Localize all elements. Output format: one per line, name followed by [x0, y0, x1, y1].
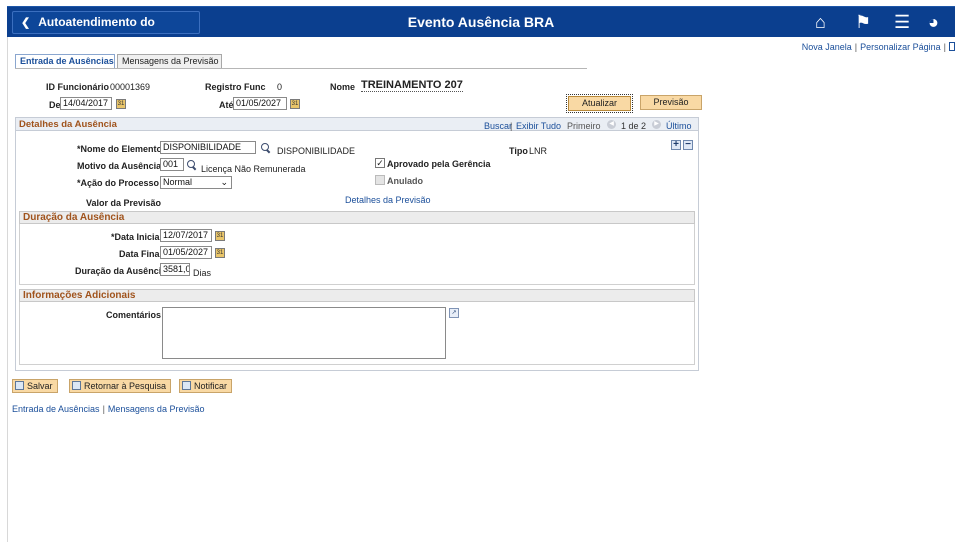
top-links: Nova Janela | Personalizar Página | — [802, 42, 955, 52]
back-button[interactable]: ❮ Autoatendimento do Gerente — [12, 11, 200, 51]
save-button[interactable]: Salvar — [12, 379, 58, 393]
duration-field: 3581,0 — [160, 263, 190, 276]
calendar-icon[interactable]: 31 — [290, 99, 300, 109]
next-arrow-icon[interactable]: ▶ — [652, 120, 661, 129]
return-to-search-button[interactable]: Retornar à Pesquisa — [69, 379, 172, 393]
element-name-field[interactable]: DISPONIBILIDADE — [160, 141, 256, 154]
cancelled-label: Anulado — [387, 176, 423, 186]
separator: | — [943, 42, 946, 52]
reason-description: Licença Não Remunerada — [201, 164, 306, 174]
home-icon[interactable]: ⌂ — [815, 12, 826, 32]
type-label: Tipo — [509, 146, 528, 156]
update-button[interactable]: Atualizar — [566, 94, 633, 113]
name-label: Nome — [330, 82, 356, 92]
forecast-value-label: Valor da Previsão — [86, 198, 162, 208]
top-nav-bar: ❮ Autoatendimento do Gerente Evento Ausên… — [7, 6, 955, 51]
reason-label: Motivo da Ausência — [77, 161, 162, 171]
reason-field[interactable]: 001 — [160, 158, 184, 171]
bottom-link-messages[interactable]: Mensagens da Previsão — [108, 404, 205, 414]
name-value: TREINAMENTO 207 — [361, 79, 463, 92]
forecast-details-link[interactable]: Detalhes da Previsão — [345, 195, 431, 205]
duration-group-header: Duração da Ausência — [19, 211, 695, 224]
previous-arrow-icon[interactable]: ◀ — [607, 120, 616, 129]
approved-checkbox[interactable]: ✓ — [375, 158, 385, 168]
tab-mensagens-previsao[interactable]: Mensagens da Previsão — [117, 54, 222, 68]
employee-id-label: ID Funcionário — [46, 82, 109, 92]
help-icon[interactable] — [949, 42, 955, 51]
group-title: Detalhes da Ausência — [19, 119, 117, 130]
end-date-label: Data Final — [119, 249, 163, 259]
to-date-field[interactable]: 01/05/2027 — [233, 97, 287, 110]
forecast-button[interactable]: Previsão — [640, 95, 702, 110]
start-date-label: *Data Inicial — [111, 232, 163, 242]
return-label: Retornar à Pesquisa — [84, 381, 167, 391]
bottom-link-entry[interactable]: Entrada de Ausências — [12, 404, 100, 414]
cancelled-checkbox — [375, 175, 385, 185]
bottom-links: Entrada de Ausências | Mensagens da Previs… — [12, 404, 204, 414]
element-name-label: *Nome do Elemento — [77, 144, 163, 154]
pager-count: 1 de 2 — [621, 121, 647, 131]
duration-unit: Dias — [193, 268, 212, 278]
back-button-label: Autoatendimento do Gerente — [21, 15, 155, 51]
to-date-label: Até — [219, 100, 234, 110]
type-value: LNR — [529, 146, 548, 156]
add-row-icon[interactable]: + — [671, 140, 681, 150]
from-date-field[interactable]: 14/04/2017 — [60, 97, 112, 110]
chevron-left-icon: ❮ — [21, 17, 31, 29]
calendar-icon[interactable]: 31 — [215, 248, 225, 258]
frame-border — [7, 37, 8, 542]
return-icon — [72, 381, 81, 390]
personalize-page-link[interactable]: Personalizar Página — [860, 42, 941, 52]
action-select[interactable]: Normal ⌄ — [160, 176, 232, 189]
duration-label: Duração da Ausência — [75, 266, 167, 276]
flag-icon[interactable]: ⚑ — [855, 12, 871, 32]
notify-button[interactable]: Notificar — [179, 379, 233, 393]
separator: | — [854, 42, 858, 52]
save-icon — [15, 381, 24, 390]
calendar-icon[interactable]: 31 — [116, 99, 126, 109]
approved-label: Aprovado pela Gerência — [387, 159, 491, 169]
additional-info-title: Informações Adicionais — [23, 290, 136, 301]
expand-textarea-icon[interactable]: ↗ — [449, 308, 459, 318]
find-link[interactable]: Buscar — [484, 121, 512, 131]
notify-icon — [182, 381, 191, 390]
tab-entrada-ausencias[interactable]: Entrada de Ausências — [15, 54, 115, 68]
search-icon[interactable] — [187, 160, 197, 170]
tab-divider — [15, 68, 587, 69]
duration-title: Duração da Ausência — [23, 212, 125, 223]
additional-info-header: Informações Adicionais — [19, 289, 695, 302]
action-label: *Ação do Processo — [77, 178, 160, 188]
chevron-down-icon: ⌄ — [220, 177, 228, 187]
start-date-field[interactable]: 12/07/2017 — [160, 229, 212, 242]
notify-label: Notificar — [194, 381, 228, 391]
delete-row-icon[interactable]: − — [683, 140, 693, 150]
last-link[interactable]: Último — [666, 121, 692, 131]
element-description: DISPONIBILIDADE — [277, 146, 356, 156]
action-select-value: Normal — [163, 177, 193, 187]
comments-textarea[interactable] — [162, 307, 446, 359]
menu-icon[interactable]: ☰ — [894, 12, 910, 32]
new-window-link[interactable]: Nova Janela — [802, 42, 852, 52]
navbar-icon[interactable]: ◕ — [928, 12, 939, 32]
view-all-link[interactable]: Exibir Tudo — [516, 121, 561, 131]
first-label: Primeiro — [567, 121, 601, 131]
employee-id-value: 00001369 — [110, 82, 151, 92]
save-label: Salvar — [27, 381, 53, 391]
separator: | — [102, 404, 105, 414]
registration-value: 0 — [277, 82, 283, 92]
registration-label: Registro Func — [205, 82, 266, 92]
from-date-label: De — [49, 100, 61, 110]
comments-label: Comentários — [106, 310, 162, 320]
end-date-field[interactable]: 01/05/2027 — [160, 246, 212, 259]
search-icon[interactable] — [261, 143, 271, 153]
link-separator: | — [510, 121, 513, 131]
calendar-icon[interactable]: 31 — [215, 231, 225, 241]
